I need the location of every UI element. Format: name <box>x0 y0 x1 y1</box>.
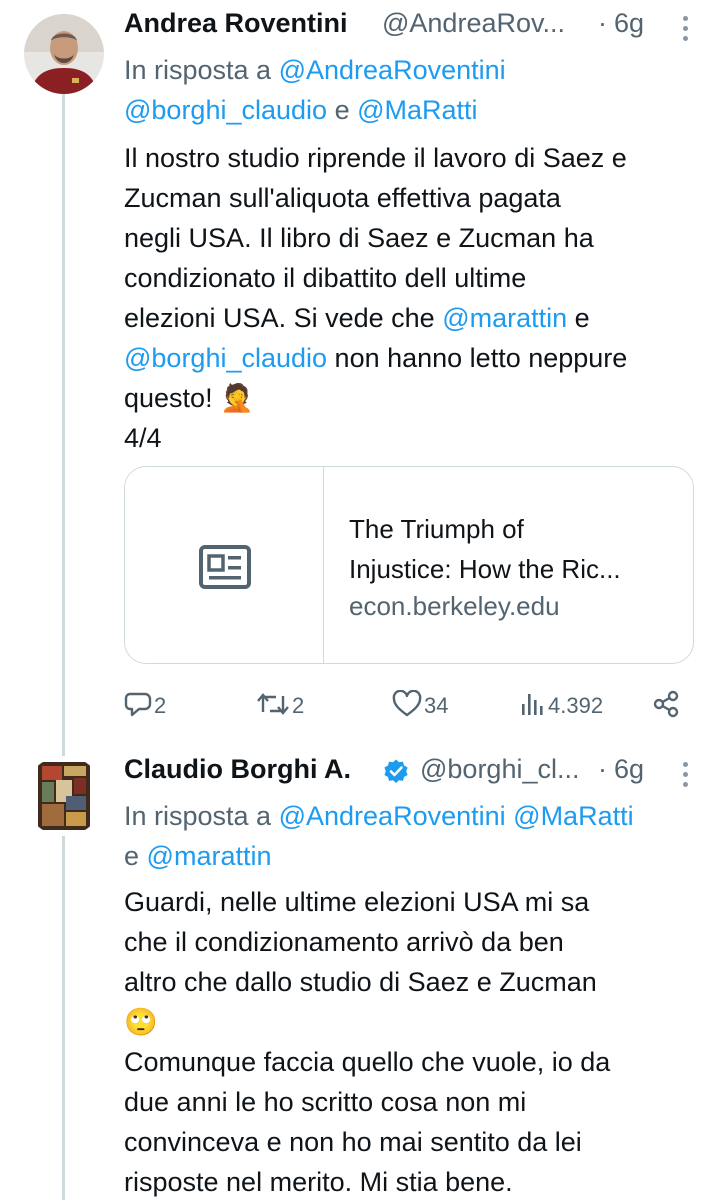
tweet-text-segment: elezioni USA. Si vede che <box>124 303 443 333</box>
tweet-text-line: elezioni USA. Si vede che @marattin e <box>124 298 704 338</box>
views-button[interactable]: 4.392 <box>520 682 620 726</box>
retweet-button[interactable]: 2 <box>256 682 346 726</box>
tweet-text-line: Guardi, nelle ultime elezioni USA mi sa <box>124 887 590 917</box>
reply-mention-maratti[interactable]: @MaRatti <box>513 801 633 831</box>
tweet-text: Il nostro studio riprende il lavoro di S… <box>124 138 704 458</box>
more-options-icon[interactable] <box>679 758 691 790</box>
card-title: The Triumph of Injustice: How the Ric... <box>349 509 679 589</box>
tweet-text-segment: non hanno letto neppure <box>327 343 628 373</box>
card-title-line: Injustice: How the Ric... <box>349 554 621 584</box>
reply-context: In risposta a @AndreaRoventini @MaRatti … <box>124 796 704 876</box>
retweet-icon <box>257 693 289 715</box>
views-count: 4.392 <box>548 693 604 718</box>
tweet-text-line: che il condizionamento arrivò da ben <box>124 927 564 957</box>
author-handle[interactable]: @AndreaRov... <box>382 8 565 39</box>
reply-mention-andrearoventini[interactable]: @AndreaRoventini <box>279 55 506 85</box>
tweet-actions: 2 2 34 4.392 <box>124 682 704 726</box>
tweet-text-segment: e <box>567 303 590 333</box>
tweet-text-line: due anni le ho scritto cosa non mi <box>124 1087 527 1117</box>
reply-mention-borghi-claudio[interactable]: @borghi_claudio <box>124 95 327 125</box>
tweet-text-line: @borghi_claudio non hanno letto neppure <box>124 338 704 378</box>
avatar-claudio-borghi[interactable] <box>24 756 104 836</box>
mention-borghi-claudio[interactable]: @borghi_claudio <box>124 343 327 373</box>
article-icon <box>199 545 251 589</box>
reply-and: e <box>334 95 350 125</box>
share-button[interactable] <box>652 682 682 726</box>
reply-icon <box>124 692 152 717</box>
mention-marattin[interactable]: @marattin <box>442 303 567 333</box>
tweet-roventini[interactable]: Andrea Roventini @AndreaRov... · 6g In r… <box>0 0 719 740</box>
more-options-icon[interactable] <box>679 12 691 44</box>
tweet-text-line: questo! 🤦 <box>124 383 254 413</box>
tweet-text-line: convinceva e non ho mai sentito da lei <box>124 1127 582 1157</box>
tweet-text: Guardi, nelle ultime elezioni USA mi sa … <box>124 882 704 1202</box>
reply-button[interactable]: 2 <box>124 682 194 726</box>
link-preview-card[interactable]: The Triumph of Injustice: How the Ric...… <box>124 466 694 664</box>
verified-badge-icon <box>384 759 408 783</box>
like-count: 34 <box>424 693 449 718</box>
reply-count: 2 <box>154 693 167 718</box>
tweet-text-line: altro che dallo studio di Saez e Zucman <box>124 967 597 997</box>
reply-and: e <box>124 841 140 871</box>
tweet-text-line: negli USA. Il libro di Saez e Zucman ha <box>124 223 594 253</box>
reply-mention-andrearoventini[interactable]: @AndreaRoventini <box>279 801 506 831</box>
author-name[interactable]: Claudio Borghi A. <box>124 754 351 785</box>
author-handle[interactable]: @borghi_cl... <box>420 754 579 785</box>
reply-mention-marattin[interactable]: @marattin <box>147 841 272 871</box>
card-domain: econ.berkeley.edu <box>349 591 560 621</box>
tweet-text-line: 🙄 <box>124 1007 158 1037</box>
tweet-text-line: Zucman sull'aliquota effettiva pagata <box>124 183 561 213</box>
tweet-borghi[interactable]: Claudio Borghi A. @borghi_cl... · 6g In … <box>0 744 719 1200</box>
card-thumbnail <box>125 467 324 663</box>
tweet-text-line: Comunque faccia quello che vuole, io da <box>124 1047 611 1077</box>
separator-dot: · <box>598 8 607 38</box>
avatar-andrea-roventini[interactable] <box>24 14 104 94</box>
share-icon <box>653 690 679 718</box>
tweet-text-line: condizionato il dibattito dell ultime <box>124 263 527 293</box>
reply-context: In risposta a @AndreaRoventini @borghi_c… <box>124 50 684 130</box>
reply-prefix: In risposta a <box>124 55 272 85</box>
timestamp[interactable]: 6g <box>614 8 644 39</box>
timestamp[interactable]: 6g <box>614 754 644 785</box>
views-icon <box>522 694 543 715</box>
tweet-text-line: risposte nel merito. Mi stia bene. <box>124 1167 513 1197</box>
author-name[interactable]: Andrea Roventini <box>124 8 348 39</box>
like-button[interactable]: 34 <box>392 682 472 726</box>
tweet-text-line: 4/4 <box>124 423 162 453</box>
reply-mention-maratti[interactable]: @MaRatti <box>357 95 477 125</box>
separator-dot: · <box>598 754 607 784</box>
card-title-line: The Triumph of <box>349 514 524 544</box>
like-icon <box>392 690 422 717</box>
tweet-text-line: Il nostro studio riprende il lavoro di S… <box>124 143 627 173</box>
retweet-count: 2 <box>292 693 305 718</box>
reply-prefix: In risposta a <box>124 801 272 831</box>
